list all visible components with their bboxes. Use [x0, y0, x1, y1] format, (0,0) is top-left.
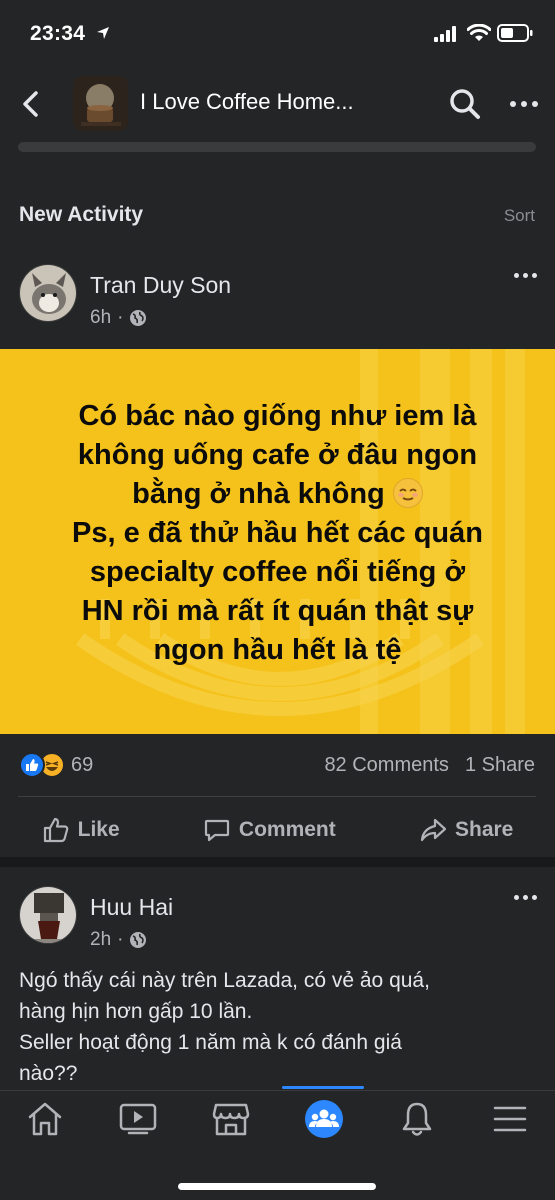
tab-marketplace[interactable] — [186, 1095, 276, 1143]
post-more-button[interactable] — [514, 273, 537, 278]
post-text: Ngó thấy cái này trên Lazada, có vẻ ảo q… — [19, 965, 539, 1089]
like-label: Like — [77, 818, 120, 841]
reactions-summary[interactable]: 69 — [19, 750, 93, 780]
text-line: HN rồi mà rất ít quán thật sự — [81, 595, 474, 627]
post-colored-text: Có bác nào giống như iem là không uống c… — [30, 397, 525, 670]
notifications-icon — [402, 1102, 432, 1136]
section-title: New Activity — [19, 203, 144, 226]
groups-icon — [305, 1100, 343, 1138]
thumbs-up-icon — [43, 817, 68, 843]
cellular-signal-icon — [434, 26, 456, 42]
section-header: New Activity Sort — [0, 182, 555, 245]
search-icon — [450, 89, 480, 119]
bottom-tab-bar — [0, 1086, 555, 1200]
text-line: Ps, e đã thử hầu hết các quán — [72, 517, 483, 549]
search-button[interactable] — [447, 86, 483, 122]
text-line: Ngó thấy cái này trên Lazada, có vẻ ảo q… — [19, 969, 430, 992]
home-icon — [28, 1102, 62, 1136]
actions-divider — [18, 796, 536, 797]
post-author[interactable]: Huu Hai — [90, 894, 173, 921]
post-actions: Like Comment Share — [0, 805, 555, 855]
tab-watch[interactable] — [93, 1095, 183, 1143]
header-divider — [18, 142, 536, 152]
post-more-button[interactable] — [514, 895, 537, 900]
colored-text-background: Có bác nào giống như iem là không uống c… — [0, 349, 555, 734]
location-arrow-icon — [97, 27, 109, 39]
feed-post: Tran Duy Son 6h · Có bác nào giống như i… — [0, 245, 555, 857]
text-line: Seller hoạt động 1 năm mà k có đánh giá — [19, 1031, 402, 1054]
wifi-icon — [467, 24, 491, 41]
menu-icon — [493, 1106, 527, 1132]
text-line: Có bác nào giống như iem là — [78, 400, 477, 432]
share-label: Share — [455, 818, 514, 841]
comment-bubble-icon — [204, 819, 230, 842]
post-meta: 2h · — [90, 929, 147, 951]
share-button[interactable]: Share — [419, 816, 513, 844]
status-bar: 23:34 — [0, 0, 555, 62]
globe-icon — [130, 310, 147, 326]
active-tab-indicator — [282, 1086, 364, 1089]
tab-notifications[interactable] — [372, 1095, 462, 1143]
post-author[interactable]: Tran Duy Son — [90, 272, 231, 299]
comment-button[interactable]: Comment — [203, 816, 336, 844]
feed-post: Huu Hai 2h · Ngó thấy cái này trên Lazad… — [0, 867, 555, 1090]
meta-separator: · — [117, 307, 124, 328]
reaction-count: 69 — [71, 753, 94, 776]
text-line-with-emoji: bằng ở nhà không — [30, 475, 525, 514]
group-title[interactable]: I Love Coffee Home... — [140, 89, 400, 115]
text-line: không uống cafe ở đâu ngon — [77, 439, 478, 471]
avatar[interactable] — [19, 886, 77, 944]
like-button[interactable]: Like — [42, 816, 120, 844]
battery-icon — [497, 24, 533, 42]
tab-groups[interactable] — [279, 1095, 369, 1143]
home-indicator[interactable] — [178, 1183, 376, 1190]
text-line: ngon hầu hết là tệ — [153, 634, 402, 666]
status-time: 23:34 — [30, 22, 86, 45]
post-meta: 6h · — [90, 307, 147, 329]
post-time[interactable]: 2h — [90, 929, 111, 951]
back-button[interactable] — [14, 86, 46, 122]
share-arrow-icon — [420, 818, 447, 842]
meta-separator: · — [117, 929, 124, 950]
comment-label: Comment — [238, 818, 336, 841]
video-icon — [119, 1103, 157, 1135]
group-cover-thumbnail[interactable] — [73, 76, 128, 131]
post-time[interactable]: 6h — [90, 307, 111, 329]
marketplace-icon — [212, 1103, 250, 1136]
shares-count-link[interactable]: 1 Share — [465, 754, 535, 777]
post-stats: 82 Comments 1 Share — [324, 754, 535, 777]
more-options-button[interactable] — [505, 90, 543, 118]
avatar[interactable] — [19, 264, 77, 322]
chevron-left-icon — [23, 91, 38, 117]
text-line: hàng hịn hơn gấp 10 lần. — [19, 1000, 253, 1023]
like-reaction-icon — [19, 752, 45, 778]
text-line: nào?? — [19, 1062, 78, 1085]
text-line: bằng ở nhà không — [132, 478, 385, 510]
text-line: specialty coffee nổi tiếng ở — [89, 556, 466, 588]
group-header: I Love Coffee Home... — [0, 62, 555, 182]
tab-home[interactable] — [0, 1095, 90, 1143]
comments-count-link[interactable]: 82 Comments — [324, 754, 449, 777]
relieved-face-emoji-icon — [392, 478, 423, 508]
globe-icon — [130, 932, 147, 948]
sort-button[interactable]: Sort — [504, 206, 535, 226]
tab-menu[interactable] — [465, 1095, 555, 1143]
